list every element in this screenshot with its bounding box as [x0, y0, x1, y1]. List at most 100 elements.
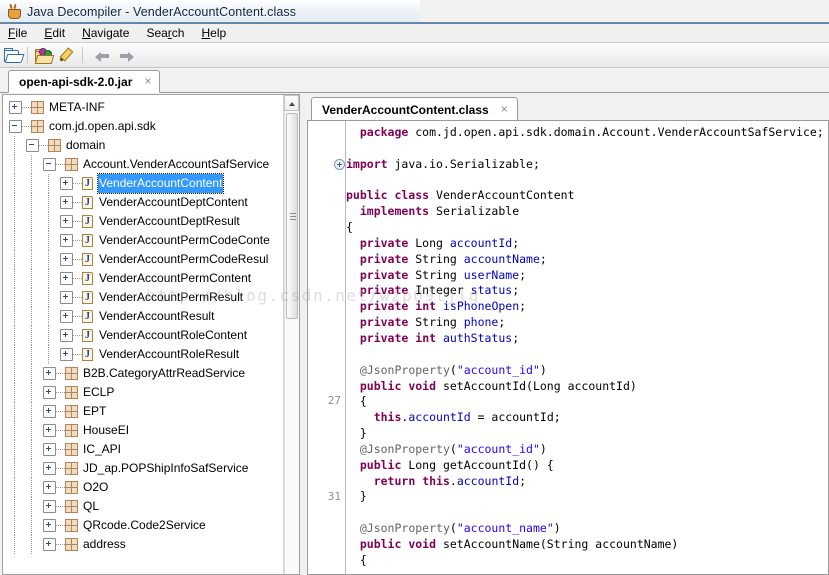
expand-icon[interactable] — [43, 367, 56, 380]
tree-item-address[interactable]: address — [3, 535, 284, 554]
code-token: accountId — [408, 410, 471, 425]
tree-item-label: VenderAccountDeptContent — [99, 195, 248, 209]
menu-navigate[interactable]: Navigate — [74, 25, 137, 42]
expand-icon[interactable] — [60, 310, 73, 323]
tree-item-venderaccountdeptcontent[interactable]: VenderAccountDeptContent — [3, 193, 284, 212]
edit-button[interactable] — [55, 44, 79, 66]
tree-vertical-scrollbar[interactable] — [283, 95, 299, 574]
tree-item-meta-inf[interactable]: META-INF — [3, 98, 284, 117]
expand-icon[interactable] — [60, 215, 73, 228]
close-icon[interactable]: × — [499, 103, 510, 115]
tree-item-venderaccountpermcoderesul[interactable]: VenderAccountPermCodeResul — [3, 250, 284, 269]
folder-dots-icon — [34, 47, 54, 64]
menu-file[interactable]: File — [0, 25, 35, 42]
code-token: @JsonProperty — [359, 362, 450, 377]
tree-item-venderaccountcontent[interactable]: VenderAccountContent — [3, 173, 284, 194]
forward-button[interactable] — [114, 44, 138, 66]
menu-help[interactable]: Help — [193, 25, 234, 42]
collapse-icon[interactable] — [9, 120, 22, 133]
code-token: String — [408, 267, 464, 282]
expand-icon[interactable] — [43, 462, 56, 475]
jar-tab-open-api-sdk[interactable]: open-api-sdk-2.0.jar × — [8, 70, 161, 93]
expand-icon[interactable] — [43, 481, 56, 494]
expand-icon[interactable] — [60, 291, 73, 304]
tree-item-label: JD_ap.POPShipInfoSafService — [83, 461, 249, 475]
class-icon — [82, 329, 93, 342]
scrollbar-track[interactable] — [284, 111, 299, 574]
tree-guide-line — [31, 269, 32, 288]
tree-item-venderaccountrolecontent[interactable]: VenderAccountRoleContent — [3, 326, 284, 345]
tree-guide-line — [48, 326, 49, 345]
code-token: ; — [519, 267, 527, 282]
tree-item-venderaccountpermresult[interactable]: VenderAccountPermResult — [3, 288, 284, 307]
tree-item-houseei[interactable]: HouseEI — [3, 421, 284, 440]
expand-icon[interactable] — [43, 500, 56, 513]
expand-icon[interactable] — [43, 405, 56, 418]
expand-icon[interactable] — [60, 234, 73, 247]
tree-guide-line — [31, 383, 32, 402]
fold-expand-icon[interactable] — [334, 158, 345, 170]
expand-icon[interactable] — [60, 348, 73, 361]
tree-item-venderaccountresult[interactable]: VenderAccountResult — [3, 307, 284, 326]
package-tree[interactable]: META-INF com.jd.open.api.sdk domain Account… — [3, 95, 284, 554]
code-line: private String phone; — [346, 315, 828, 331]
expand-icon[interactable] — [43, 538, 56, 551]
code-line: public void setAccountName(String accoun… — [346, 537, 828, 553]
tree-guide-line — [14, 174, 15, 193]
expand-icon[interactable] — [60, 329, 73, 342]
expand-icon[interactable] — [43, 424, 56, 437]
tree-item-label: VenderAccountPermContent — [99, 271, 252, 285]
tree-item-label: domain — [66, 138, 106, 152]
menu-search[interactable]: Search — [138, 25, 192, 42]
tree-item-ic-api[interactable]: IC_API — [3, 440, 284, 459]
code-token: ; — [539, 251, 547, 266]
tree-item-venderaccountdeptresult[interactable]: VenderAccountDeptResult — [3, 212, 284, 231]
line-number-gutter[interactable]: 27 31 — [308, 121, 345, 574]
expand-icon[interactable] — [60, 253, 73, 266]
editor-tab-venderaccountcontent[interactable]: VenderAccountContent.class × — [311, 97, 518, 121]
close-icon[interactable]: × — [142, 75, 153, 87]
open-recent-button[interactable] — [31, 44, 55, 66]
back-button[interactable] — [90, 44, 114, 66]
tree-item-label: HouseEI — [83, 423, 130, 437]
tree-item-o2o[interactable]: O2O — [3, 478, 284, 497]
package-icon — [65, 424, 78, 437]
expand-icon[interactable] — [60, 177, 73, 190]
tree-item-ept[interactable]: EPT — [3, 402, 284, 421]
tree-item-venderaccountroleresult[interactable]: VenderAccountRoleResult — [3, 345, 284, 364]
menu-edit[interactable]: Edit — [36, 25, 73, 42]
expand-icon[interactable] — [9, 101, 22, 114]
editor-tab-strip: VenderAccountContent.class × — [307, 97, 829, 121]
tree-item-account-venderaccountsafservice[interactable]: Account.VenderAccountSafService — [3, 155, 284, 174]
jar-tab-strip: open-api-sdk-2.0.jar × — [0, 68, 829, 93]
expand-icon[interactable] — [43, 519, 56, 532]
expand-icon[interactable] — [60, 272, 73, 285]
tree-item-venderaccountpermcontent[interactable]: VenderAccountPermContent — [3, 269, 284, 288]
tree-item-jd-ap-popshipinfosafservice[interactable]: JD_ap.POPShipInfoSafService — [3, 459, 284, 478]
tree-item-b2b-categoryattrreadservice[interactable]: B2B.CategoryAttrReadService — [3, 364, 284, 383]
tree-item-com-jd-open-api-sdk[interactable]: com.jd.open.api.sdk — [3, 117, 284, 136]
collapse-icon[interactable] — [26, 139, 39, 152]
class-icon — [82, 291, 93, 304]
tree-item-domain[interactable]: domain — [3, 136, 284, 155]
tree-item-eclp[interactable]: ECLP — [3, 383, 284, 402]
tree-connector — [73, 221, 82, 222]
scrollbar-thumb[interactable] — [286, 113, 298, 319]
tree-item-ql[interactable]: QL — [3, 497, 284, 516]
code-view[interactable]: 27 31 package com.jd.open.api.sdk.domain.… — [307, 121, 829, 575]
tree-item-venderaccountpermcodeconte[interactable]: VenderAccountPermCodeConte — [3, 231, 284, 250]
tree-item-qrcode-code2service[interactable]: QRcode.Code2Service — [3, 516, 284, 535]
collapse-icon[interactable] — [43, 158, 56, 171]
source-code[interactable]: package com.jd.open.api.sdk.domain.Accou… — [346, 121, 828, 574]
tree-connector — [56, 487, 65, 488]
expand-icon[interactable] — [43, 386, 56, 399]
open-file-button[interactable] — [0, 44, 24, 66]
code-line: public Long getAccountId() { — [346, 458, 828, 474]
scroll-up-arrow-icon[interactable] — [284, 95, 299, 111]
class-icon — [82, 253, 93, 266]
code-line: public void setAccountId(Long accountId) — [346, 379, 828, 395]
toolbar-separator-2 — [82, 47, 83, 63]
expand-icon[interactable] — [60, 196, 73, 209]
expand-icon[interactable] — [43, 443, 56, 456]
